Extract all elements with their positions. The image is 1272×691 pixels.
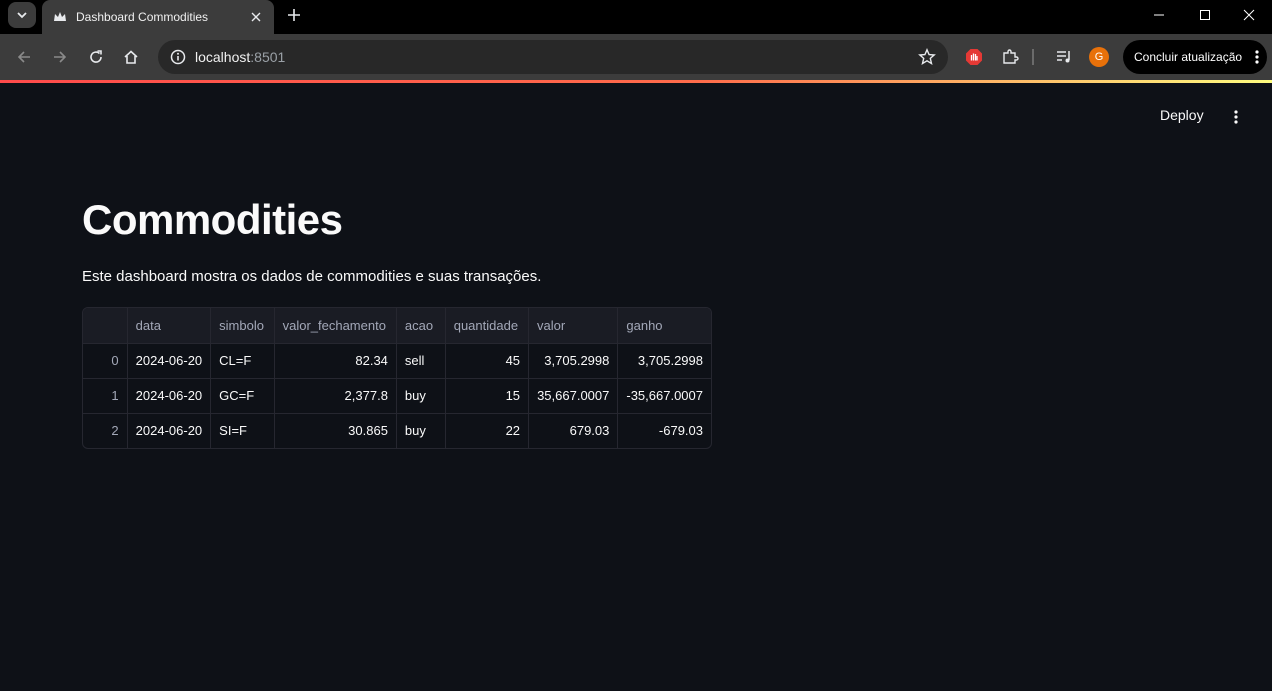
column-header-ganho[interactable]: ganho <box>617 308 711 344</box>
forward-button[interactable] <box>48 45 72 69</box>
tab-close-icon[interactable] <box>248 9 264 25</box>
table-cell-data[interactable]: 2024-06-20 <box>127 378 212 414</box>
table-cell-simbolo[interactable]: CL=F <box>210 343 275 379</box>
table-cell-index[interactable]: 0 <box>83 343 128 379</box>
url-port: :8501 <box>250 49 286 65</box>
table-row: 2 2024-06-20 SI=F 30.865 buy 22 679.03 -… <box>83 413 711 448</box>
table-cell-valor[interactable]: 35,667.0007 <box>528 378 619 414</box>
column-header-data[interactable]: data <box>127 308 212 344</box>
table-cell-valor-fechamento[interactable]: 2,377.8 <box>274 378 397 414</box>
table-cell-acao[interactable]: buy <box>396 413 446 448</box>
page-description: Este dashboard mostra os dados de commod… <box>82 268 542 285</box>
main-menu-icon[interactable] <box>1228 107 1244 127</box>
arrow-left-icon <box>17 51 30 63</box>
table-cell-valor-fechamento[interactable]: 30.865 <box>274 413 397 448</box>
table-cell-acao[interactable]: buy <box>396 378 446 414</box>
page-title: Commodities <box>82 196 343 243</box>
table-cell-ganho[interactable]: -679.03 <box>618 413 711 448</box>
table-cell-valor-fechamento[interactable]: 82.34 <box>274 343 397 379</box>
update-label: Concluir atualização <box>1134 50 1243 64</box>
tab-active[interactable]: Dashboard Commodities <box>42 0 274 34</box>
table-row: 0 2024-06-20 CL=F 82.34 sell 45 3,705.29… <box>83 343 711 379</box>
tab-title: Dashboard Commodities <box>76 10 209 24</box>
column-header-index[interactable] <box>83 308 128 344</box>
column-header-valor-fechamento[interactable]: valor_fechamento <box>274 308 397 344</box>
home-icon <box>124 50 138 64</box>
deploy-button[interactable]: Deploy <box>1160 107 1204 123</box>
close-icon <box>1243 9 1255 21</box>
table-cell-quantidade[interactable]: 15 <box>445 378 530 414</box>
table-cell-ganho[interactable]: -35,667.0007 <box>617 378 711 414</box>
table-cell-quantidade[interactable]: 45 <box>445 343 530 379</box>
browser-toolbar: localhost:8501 G Concluir atualização <box>0 34 1272 80</box>
column-header-valor[interactable]: valor <box>528 308 619 344</box>
table-header-row: data simbolo valor_fechamento acao quant… <box>83 308 711 344</box>
reload-button[interactable] <box>84 45 108 69</box>
url-host: localhost <box>195 49 251 65</box>
minimize-icon <box>1154 14 1164 16</box>
update-button[interactable]: Concluir atualização <box>1123 40 1267 74</box>
streamlit-crown-icon <box>52 9 68 25</box>
address-bar[interactable]: localhost:8501 <box>158 40 948 74</box>
kebab-menu-icon[interactable] <box>1255 49 1259 70</box>
extensions-puzzle-icon[interactable] <box>1000 47 1020 67</box>
table-cell-simbolo[interactable]: SI=F <box>210 413 275 448</box>
table-cell-simbolo[interactable]: GC=F <box>210 378 275 414</box>
arrow-right-icon <box>54 51 67 63</box>
table-cell-quantidade[interactable]: 22 <box>445 413 530 448</box>
table-cell-acao[interactable]: sell <box>396 343 446 379</box>
site-info-icon[interactable] <box>168 47 188 67</box>
reload-icon <box>90 50 102 63</box>
table-cell-index[interactable]: 1 <box>83 378 128 414</box>
column-header-simbolo[interactable]: simbolo <box>210 308 275 344</box>
chevron-down-icon <box>17 12 27 19</box>
new-tab-button[interactable] <box>283 4 305 26</box>
table-cell-ganho[interactable]: 3,705.2998 <box>617 343 711 379</box>
table-cell-index[interactable]: 2 <box>83 413 128 448</box>
table-cell-valor[interactable]: 679.03 <box>528 413 619 448</box>
close-window-button[interactable] <box>1226 0 1272 30</box>
table-cell-data[interactable]: 2024-06-20 <box>127 343 212 379</box>
table-row: 1 2024-06-20 GC=F 2,377.8 buy 15 35,667.… <box>83 378 711 414</box>
table-cell-data[interactable]: 2024-06-20 <box>127 413 212 448</box>
home-button[interactable] <box>119 45 143 69</box>
toolbar-divider <box>1029 47 1037 67</box>
tab-search-button[interactable] <box>8 2 36 28</box>
bookmark-star-icon[interactable] <box>918 48 936 66</box>
plus-icon <box>288 9 300 21</box>
column-header-acao[interactable]: acao <box>396 308 446 344</box>
profile-avatar[interactable]: G <box>1089 47 1109 67</box>
table-cell-valor[interactable]: 3,705.2998 <box>528 343 619 379</box>
maximize-button[interactable] <box>1182 0 1228 30</box>
maximize-icon <box>1200 10 1210 20</box>
media-control-icon[interactable] <box>1054 47 1074 67</box>
minimize-button[interactable] <box>1136 0 1182 30</box>
app-main: Deploy Commodities Este dashboard mostra… <box>0 83 1272 691</box>
column-header-quantidade[interactable]: quantidade <box>445 308 530 344</box>
back-button[interactable] <box>12 45 36 69</box>
dataframe[interactable]: data simbolo valor_fechamento acao quant… <box>82 307 712 449</box>
adblock-extension-icon[interactable] <box>964 47 984 67</box>
tab-strip: Dashboard Commodities <box>0 0 1272 34</box>
data-table: data simbolo valor_fechamento acao quant… <box>83 308 711 448</box>
